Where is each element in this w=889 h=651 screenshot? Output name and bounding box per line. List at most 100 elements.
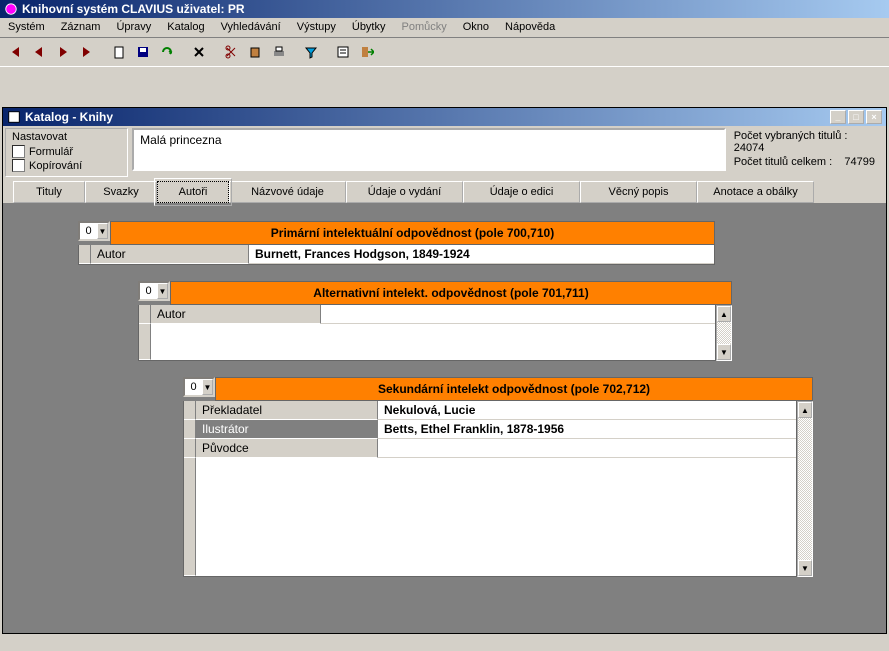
menu-katalog[interactable]: Katalog <box>159 19 212 36</box>
row-selector[interactable] <box>79 245 91 264</box>
last-icon[interactable] <box>76 41 98 63</box>
tab-3[interactable]: Názvové údaje <box>229 181 346 203</box>
print-icon[interactable] <box>268 41 290 63</box>
value-cell[interactable]: Betts, Ethel Franklin, 1878-1956 <box>378 420 796 439</box>
total-count-label: Počet titulů celkem : <box>734 156 832 168</box>
undo-icon[interactable] <box>156 41 178 63</box>
section-3-spinner-btn[interactable]: ▼ <box>202 379 213 395</box>
filter-icon[interactable] <box>300 41 322 63</box>
window-titlebar: Katalog - Knihy _ □ × <box>3 108 886 126</box>
minimize-button[interactable]: _ <box>830 110 846 124</box>
tab-7[interactable]: Anotace a obálky <box>697 181 814 203</box>
total-count-value: 74799 <box>844 156 875 168</box>
scroll-track[interactable] <box>717 322 731 344</box>
tab-0[interactable]: Tituly <box>13 181 85 203</box>
tab-strip: TitulySvazkyAutořiNázvové údajeÚdaje o v… <box>13 181 882 203</box>
tab-4[interactable]: Údaje o vydání <box>346 181 463 203</box>
toolbar <box>0 38 889 67</box>
menu-záznam[interactable]: Záznam <box>53 19 109 36</box>
table-row[interactable]: IlustrátorBetts, Ethel Franklin, 1878-19… <box>184 420 796 439</box>
exit-icon[interactable] <box>356 41 378 63</box>
value-cell[interactable]: Nekulová, Lucie <box>378 401 796 420</box>
menu-úpravy[interactable]: Úpravy <box>108 19 159 36</box>
form-checkbox[interactable] <box>12 145 25 158</box>
table-row[interactable]: AutorBurnett, Frances Hodgson, 1849-1924 <box>79 245 714 264</box>
role-cell[interactable]: Původce <box>196 439 378 458</box>
table-row[interactable]: PřekladatelNekulová, Lucie <box>184 401 796 420</box>
section-2-scrollbar[interactable]: ▲▼ <box>716 305 732 361</box>
section-2-spinner-input[interactable] <box>140 285 157 297</box>
responsibility-section-1: ▼Primární intelektuální odpovědnost (pol… <box>78 221 715 265</box>
book-icon[interactable] <box>244 41 266 63</box>
copy-checkbox[interactable] <box>12 159 25 172</box>
menu-výstupy[interactable]: Výstupy <box>289 19 344 36</box>
section-1-header: Primární intelektuální odpovědnost (pole… <box>110 221 715 245</box>
menu-nápověda[interactable]: Nápověda <box>497 19 563 36</box>
scroll-track[interactable] <box>798 418 812 560</box>
section-1-spinner-input[interactable] <box>80 225 97 237</box>
responsibility-section-2: ▼Alternativní intelekt. odpovědnost (pol… <box>138 281 732 361</box>
maximize-button[interactable]: □ <box>848 110 864 124</box>
scroll-up-icon[interactable]: ▲ <box>798 402 812 418</box>
blank-area <box>139 324 715 360</box>
close-button[interactable]: × <box>866 110 882 124</box>
value-cell[interactable] <box>321 305 715 324</box>
row-selector[interactable] <box>184 439 196 458</box>
record-title-field[interactable]: Malá princezna <box>132 128 726 171</box>
selected-count-value: 24074 <box>734 142 765 154</box>
app-titlebar: Knihovní systém CLAVIUS uživatel: PR <box>0 0 889 18</box>
next-icon[interactable] <box>52 41 74 63</box>
tab-2[interactable]: Autoři <box>157 181 229 203</box>
menu-pomůcky[interactable]: Pomůcky <box>394 19 455 36</box>
app-icon <box>4 2 18 16</box>
section-3-spinner-input[interactable] <box>185 381 202 393</box>
new-doc-icon[interactable] <box>108 41 130 63</box>
settings-group: Nastavovat Formulář Kopírování <box>5 128 128 177</box>
menu-úbytky[interactable]: Úbytky <box>344 19 394 36</box>
window-icon <box>7 110 21 124</box>
app-title: Knihovní systém CLAVIUS uživatel: PR <box>22 2 245 16</box>
role-cell[interactable]: Ilustrátor <box>196 420 378 439</box>
menu-vyhledávání[interactable]: Vyhledávání <box>213 19 289 36</box>
menu-okno[interactable]: Okno <box>455 19 497 36</box>
prev-icon[interactable] <box>28 41 50 63</box>
value-cell[interactable]: Burnett, Frances Hodgson, 1849-1924 <box>249 245 714 264</box>
role-cell[interactable]: Překladatel <box>196 401 378 420</box>
section-2-header: Alternativní intelekt. odpovědnost (pole… <box>170 281 732 305</box>
selected-count-label: Počet vybraných titulů : <box>734 130 848 142</box>
first-icon[interactable] <box>4 41 26 63</box>
menubar: SystémZáznamÚpravyKatalogVyhledáváníVýst… <box>0 18 889 38</box>
form-icon[interactable] <box>332 41 354 63</box>
copy-checkbox-label: Kopírování <box>29 160 82 172</box>
section-2-spinner[interactable]: ▼ <box>138 281 170 301</box>
spacer <box>0 67 889 107</box>
tab-6[interactable]: Věcný popis <box>580 181 697 203</box>
table-row[interactable]: Autor <box>139 305 715 324</box>
scroll-down-icon[interactable]: ▼ <box>717 344 731 360</box>
tab-5[interactable]: Údaje o edici <box>463 181 580 203</box>
row-selector[interactable] <box>184 401 196 420</box>
scissors-icon[interactable] <box>220 41 242 63</box>
value-cell[interactable] <box>378 439 796 458</box>
delete-icon[interactable] <box>188 41 210 63</box>
catalog-window: Katalog - Knihy _ □ × Nastavovat Formulá… <box>2 107 887 634</box>
tab-1[interactable]: Svazky <box>85 181 157 203</box>
scroll-up-icon[interactable]: ▲ <box>717 306 731 322</box>
save-icon[interactable] <box>132 41 154 63</box>
tab-content: ▼Primární intelektuální odpovědnost (pol… <box>3 203 886 633</box>
scroll-down-icon[interactable]: ▼ <box>798 560 812 576</box>
menu-systém[interactable]: Systém <box>0 19 53 36</box>
section-1-spinner-btn[interactable]: ▼ <box>97 223 108 239</box>
window-title: Katalog - Knihy <box>25 110 113 124</box>
section-3-scrollbar[interactable]: ▲▼ <box>797 401 813 577</box>
section-2-spinner-btn[interactable]: ▼ <box>157 283 168 299</box>
table-row[interactable]: Původce <box>184 439 796 458</box>
section-1-spinner[interactable]: ▼ <box>78 221 110 241</box>
settings-group-title: Nastavovat <box>12 131 121 143</box>
role-cell[interactable]: Autor <box>151 305 321 324</box>
counts-panel: Počet vybraných titulů : 24074 Počet tit… <box>734 130 880 175</box>
role-cell[interactable]: Autor <box>91 245 249 264</box>
section-3-spinner[interactable]: ▼ <box>183 377 215 397</box>
row-selector[interactable] <box>139 305 151 324</box>
row-selector[interactable] <box>184 420 196 439</box>
